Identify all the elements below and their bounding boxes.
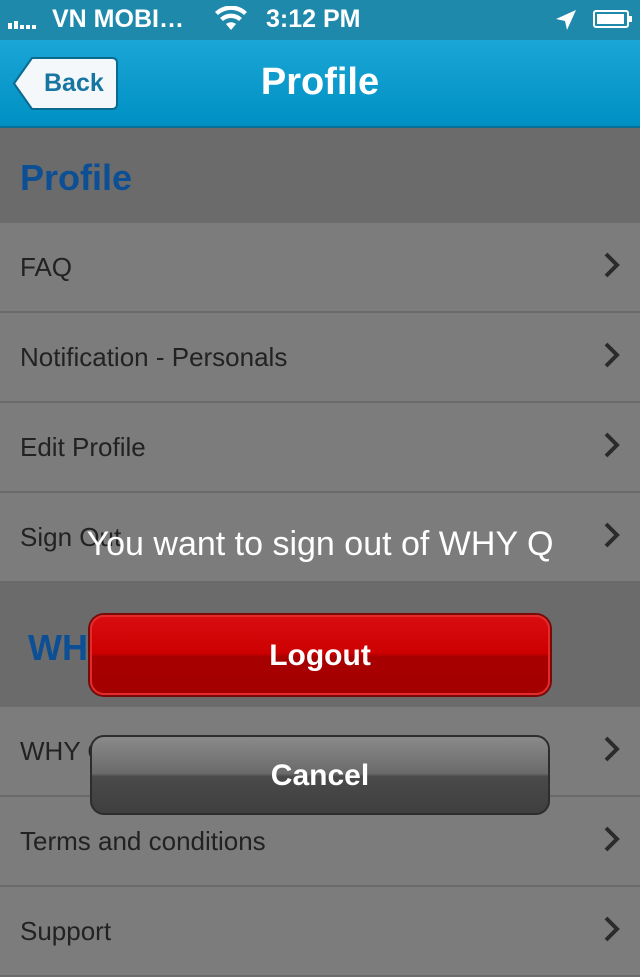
list-item-edit-profile[interactable]: Edit Profile: [0, 403, 640, 493]
navigation-bar: Back Profile: [0, 40, 640, 128]
chevron-right-icon: [604, 431, 620, 464]
cancel-button-label: Cancel: [270, 759, 370, 792]
chevron-right-icon: [604, 341, 620, 374]
status-bar: VN MOBI… 3:12 PM: [0, 0, 640, 40]
dialog-message: You want to sign out of WHY Q: [86, 525, 554, 563]
battery-icon: [593, 10, 632, 28]
list-item-faq[interactable]: FAQ: [0, 223, 640, 313]
section-header-profile: Profile: [0, 128, 640, 223]
chevron-right-icon: [604, 251, 620, 284]
signal-bars-icon: [8, 15, 36, 29]
wifi-icon: [214, 5, 248, 39]
clock: 3:12 PM: [266, 5, 361, 33]
location-arrow-icon: [554, 8, 578, 39]
list-item-support[interactable]: Support: [0, 887, 640, 977]
page-title: Profile: [260, 61, 380, 103]
chevron-right-icon: [604, 915, 620, 948]
list-item-notification[interactable]: Notification - Personals: [0, 313, 640, 403]
cancel-button[interactable]: Cancel: [90, 735, 550, 815]
chevron-right-icon: [604, 825, 620, 858]
carrier-name: VN MOBI…: [52, 5, 184, 33]
logout-button-label: Logout: [269, 639, 371, 672]
logout-button[interactable]: Logout: [90, 615, 550, 695]
chevron-right-icon: [604, 735, 620, 768]
